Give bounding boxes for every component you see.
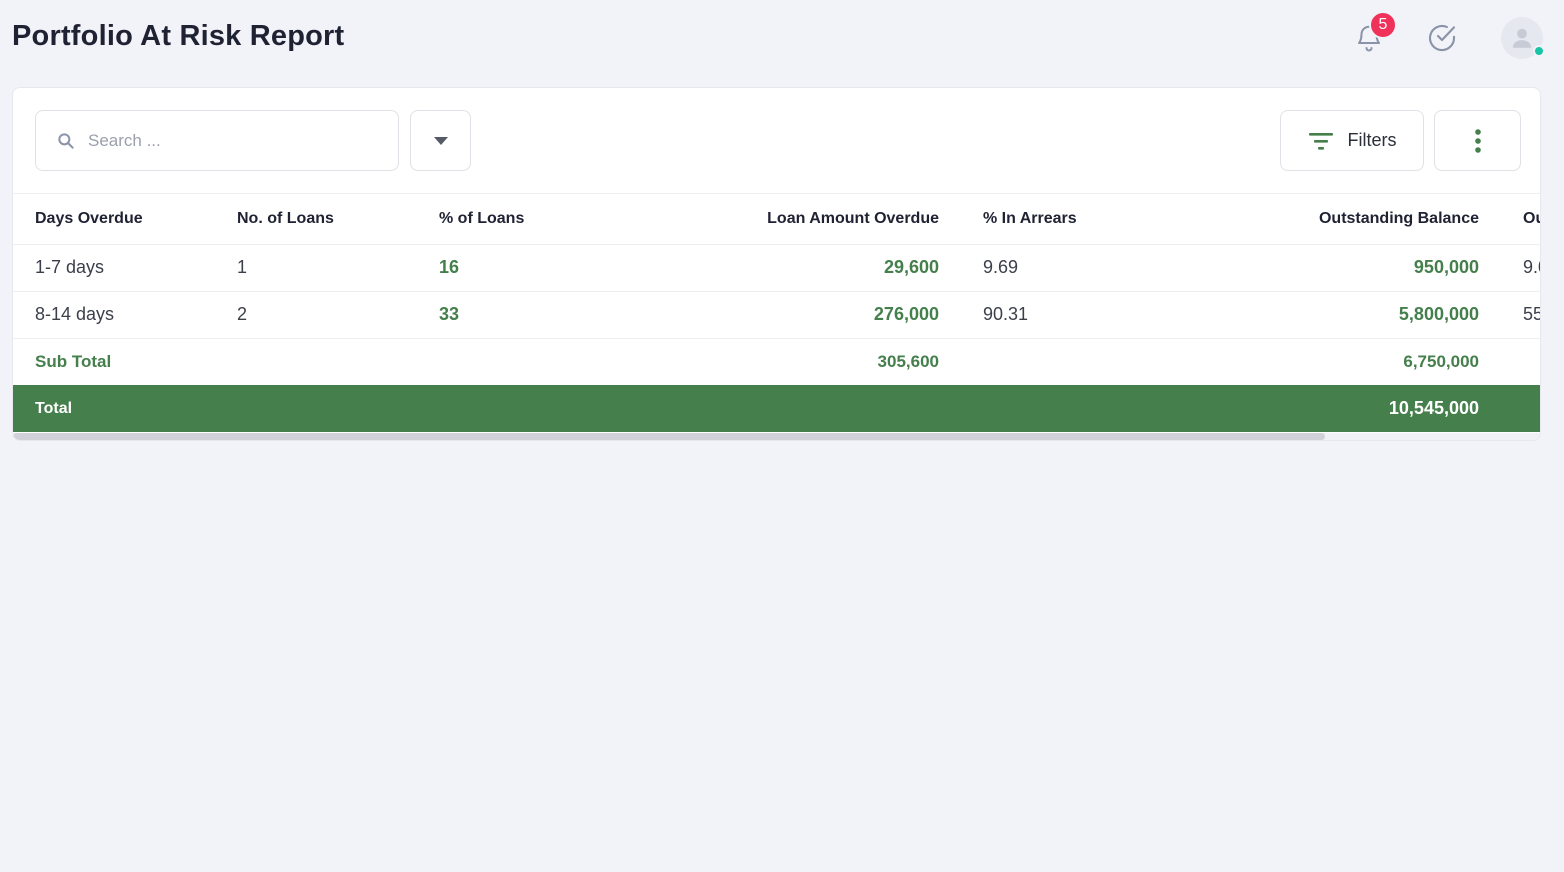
subtotal-label: Sub Total xyxy=(13,337,215,385)
table-row[interactable]: 8-14 days 2 33 276,000 90.31 5,800,000 5… xyxy=(13,290,1540,338)
table-row[interactable]: 1-7 days 1 16 29,600 9.69 950,000 9.0 xyxy=(13,243,1540,291)
filters-button[interactable]: Filters xyxy=(1280,110,1424,171)
total-row: Total 10,545,000 xyxy=(13,385,1540,432)
report-card: Filters Days Overdue No. of Loans % of L… xyxy=(12,87,1541,441)
column-header[interactable]: Loan Amount Overdue xyxy=(619,194,939,244)
more-vertical-icon xyxy=(1474,128,1481,153)
column-header[interactable]: % of Loans xyxy=(417,194,619,244)
filter-icon xyxy=(1308,132,1333,150)
total-outstanding: 10,545,000 xyxy=(1199,385,1479,432)
table-toolbar: Filters xyxy=(13,88,1540,194)
table-header-row: Days Overdue No. of Loans % of Loans Loa… xyxy=(13,194,1540,244)
cell-pct-loans: 16 xyxy=(417,243,619,291)
page-title: Portfolio At Risk Report xyxy=(12,20,345,52)
cell-outstanding: 950,000 xyxy=(1199,243,1479,291)
search-box[interactable] xyxy=(35,110,399,171)
column-header[interactable]: Outstanding Balance xyxy=(1199,194,1479,244)
caret-down-icon xyxy=(433,136,448,145)
cell-days-overdue: 8-14 days xyxy=(13,290,215,338)
cell-extra: 9.0 xyxy=(1479,243,1540,291)
cell-extra: 55 xyxy=(1479,290,1540,338)
horizontal-scrollbar[interactable] xyxy=(13,433,1540,440)
subtotal-amount-overdue: 305,600 xyxy=(619,337,939,385)
more-options-button[interactable] xyxy=(1434,110,1521,171)
search-icon xyxy=(58,132,74,149)
column-header[interactable]: No. of Loans xyxy=(215,194,417,244)
cell-pct-arrears: 90.31 xyxy=(939,290,1199,338)
column-header[interactable]: % In Arrears xyxy=(939,194,1199,244)
cell-loans: 1 xyxy=(215,243,417,291)
filters-label: Filters xyxy=(1347,130,1397,150)
check-circle-icon[interactable] xyxy=(1422,18,1462,58)
column-header[interactable]: Days Overdue xyxy=(13,194,215,244)
search-input[interactable] xyxy=(88,130,378,151)
top-header: Portfolio At Risk Report 5 xyxy=(0,0,1564,80)
cell-pct-loans: 33 xyxy=(417,290,619,338)
cell-loans: 2 xyxy=(215,290,417,338)
cell-amount-overdue: 276,000 xyxy=(619,290,939,338)
cell-days-overdue: 1-7 days xyxy=(13,243,215,291)
table-container: Days Overdue No. of Loans % of Loans Loa… xyxy=(13,194,1540,440)
online-status-dot xyxy=(1533,45,1545,57)
subtotal-row: Sub Total 305,600 6,750,000 xyxy=(13,337,1540,385)
report-table: Days Overdue No. of Loans % of Loans Loa… xyxy=(13,194,1540,432)
cell-amount-overdue: 29,600 xyxy=(619,243,939,291)
dropdown-button[interactable] xyxy=(410,110,471,171)
cell-outstanding: 5,800,000 xyxy=(1199,290,1479,338)
scrollbar-thumb[interactable] xyxy=(13,433,1325,440)
column-header[interactable]: Ou xyxy=(1479,194,1540,244)
subtotal-outstanding: 6,750,000 xyxy=(1199,337,1479,385)
notification-badge: 5 xyxy=(1369,11,1397,39)
cell-pct-arrears: 9.69 xyxy=(939,243,1199,291)
total-label: Total xyxy=(13,385,215,432)
